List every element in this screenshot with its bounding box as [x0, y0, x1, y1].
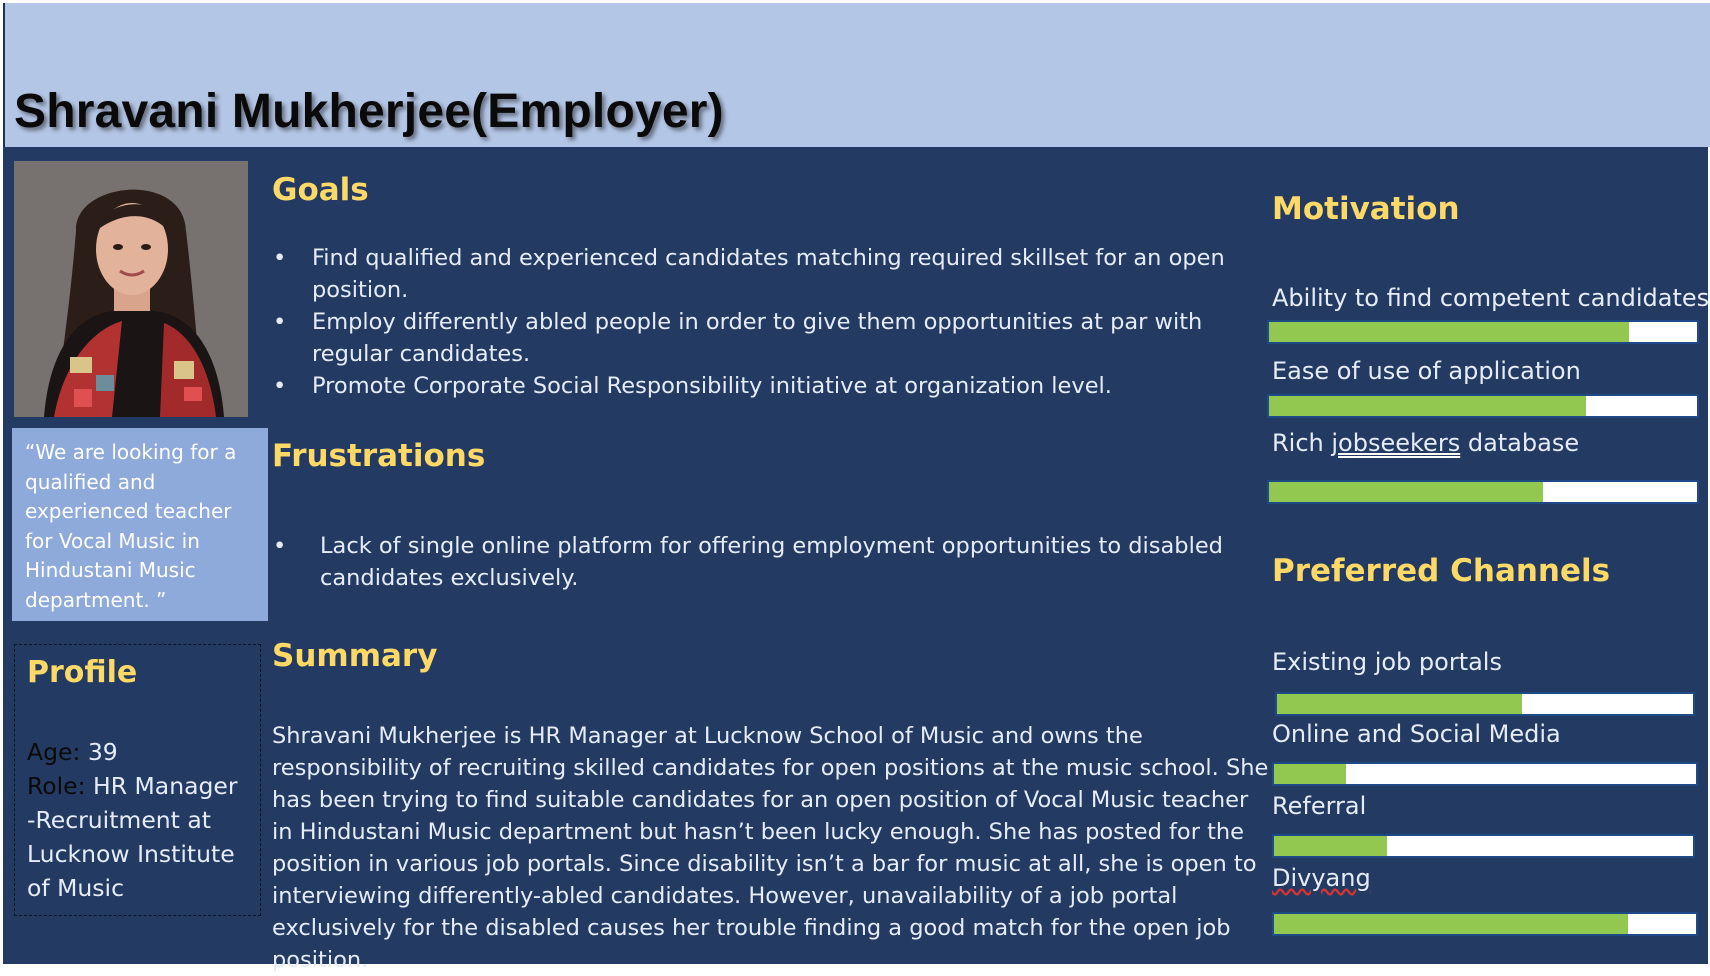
channel-bar-fill [1274, 764, 1346, 784]
goal-item: • Employ differently abled people in ord… [273, 306, 1252, 370]
role-value-line-4: of Music [27, 874, 124, 902]
goal-text: Employ differently abled people in order… [312, 309, 1203, 367]
motivation-bar-fill [1269, 396, 1586, 416]
channel-label: Divyang [1272, 864, 1371, 892]
role-label: Role: [27, 772, 86, 800]
summary-heading: Summary [272, 638, 438, 674]
channel-bar [1272, 834, 1695, 858]
goal-text: Promote Corporate Social Responsibility … [312, 373, 1112, 399]
age-value: 39 [87, 738, 118, 766]
motivation-label-pre: Rich [1272, 429, 1332, 457]
motivation-label-post: database [1460, 429, 1580, 457]
goal-item: • Find qualified and experienced candida… [273, 242, 1252, 306]
bullet-icon: • [273, 533, 287, 559]
persona-photo [14, 161, 248, 417]
role-value-line-1: HR Manager [93, 772, 238, 800]
channels-heading: Preferred Channels [1272, 553, 1611, 589]
channel-bar-fill [1274, 836, 1388, 856]
persona-photo-illustration [14, 161, 248, 417]
divyang-label: Divyang [1272, 864, 1371, 892]
goal-text: Find qualified and experienced candidate… [312, 245, 1225, 303]
summary-text: Shravani Mukherjee is HR Manager at Luck… [272, 723, 1269, 973]
motivation-bar [1267, 320, 1699, 344]
role-value-line-2: -Recruitment at [27, 806, 211, 834]
channel-bar-fill [1277, 694, 1523, 714]
frustration-item: • Lack of single online platform for off… [273, 530, 1240, 594]
bullet-icon: • [273, 373, 287, 399]
motivation-label: Ease of use of application [1272, 357, 1581, 385]
profile-heading: Profile [27, 655, 138, 690]
frustration-text: Lack of single online platform for offer… [320, 533, 1223, 591]
motivation-label: Rich jobseekers database [1272, 429, 1579, 457]
channel-label: Referral [1272, 792, 1367, 820]
motivation-label: Ability to find competent candidates [1272, 284, 1710, 312]
frustrations-heading: Frustrations [272, 438, 486, 474]
goals-heading: Goals [272, 172, 369, 208]
profile-age: Age: 39 [27, 738, 118, 766]
motivation-bar-fill [1269, 322, 1629, 342]
persona-slide: Shravani Mukherjee(Employer) “We are loo… [0, 0, 1710, 973]
age-label: Age: [27, 738, 81, 766]
channel-bar [1275, 692, 1695, 716]
motivation-bar [1267, 480, 1699, 504]
page-title: Shravani Mukherjee(Employer) [14, 85, 724, 138]
motivation-heading: Motivation [1272, 191, 1460, 227]
bullet-icon: • [273, 309, 287, 335]
motivation-bar [1267, 394, 1699, 418]
channel-bar [1272, 912, 1698, 936]
role-value-line-3: Lucknow Institute [27, 840, 235, 868]
persona-quote: “We are looking for a qualified and expe… [12, 428, 268, 621]
jobseekers-link-text: jobseekers [1331, 429, 1461, 457]
profile-box: Profile Age: 39 Role: HR Manager -Recrui… [14, 644, 261, 916]
channel-label: Existing job portals [1272, 648, 1502, 676]
goal-item: • Promote Corporate Social Responsibilit… [273, 370, 1252, 402]
channel-bar-fill [1274, 914, 1629, 934]
motivation-bar-fill [1269, 482, 1543, 502]
channel-bar [1272, 762, 1698, 786]
channel-label: Online and Social Media [1272, 720, 1561, 748]
profile-role: Role: HR Manager [27, 772, 238, 800]
bullet-icon: • [273, 245, 287, 271]
